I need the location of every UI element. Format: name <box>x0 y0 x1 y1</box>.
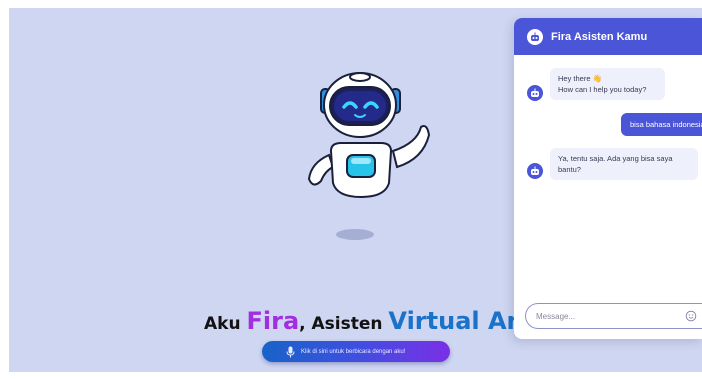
bot-icon <box>527 28 543 45</box>
chat-message-bot: Hey there 👋 How can I help you today? <box>550 68 665 100</box>
chat-message-bot: Ya, tentu saja. Ada yang bisa saya bantu… <box>550 148 698 180</box>
robot-shadow <box>336 229 374 240</box>
speak-button[interactable]: Klik di sini untuk berbicara dengan aku! <box>262 341 450 362</box>
speak-button-label: Klik di sini untuk berbicara dengan aku! <box>301 348 406 355</box>
robot-mascot-icon <box>307 72 431 199</box>
headline-middle: , Asisten <box>299 314 389 334</box>
chat-header: Fira Asisten Kamu <box>514 18 702 55</box>
hero-headline: Aku Fira, Asisten Virtual Anda. <box>204 308 563 337</box>
message-composer <box>525 303 702 329</box>
chat-message-user: bisa bahasa indonesia <box>621 113 702 136</box>
message-input[interactable] <box>536 311 676 321</box>
microphone-icon <box>286 346 295 357</box>
emoji-icon[interactable] <box>685 310 697 322</box>
chat-title: Fira Asisten Kamu <box>551 30 648 43</box>
chat-window: Fira Asisten Kamu Hey there 👋 How can I … <box>514 18 702 339</box>
bot-avatar-icon <box>527 85 543 101</box>
headline-prefix: Aku <box>204 314 247 334</box>
bot-avatar-icon <box>527 163 543 179</box>
headline-name: Fira <box>246 307 300 335</box>
